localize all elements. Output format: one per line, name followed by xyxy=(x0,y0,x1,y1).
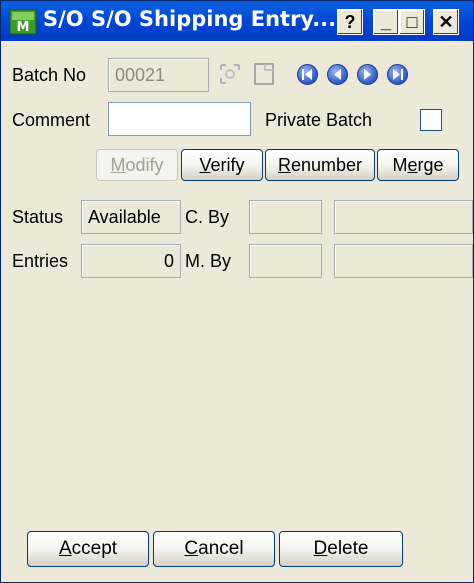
created-info-field xyxy=(334,200,473,234)
verify-button[interactable]: Verify xyxy=(181,149,263,181)
cancel-button[interactable]: Cancel xyxy=(153,531,275,567)
status-value: Available xyxy=(88,207,161,227)
modify-button[interactable]: Modify xyxy=(96,149,178,181)
batch-no-value: 00021 xyxy=(115,65,166,85)
modified-info-field xyxy=(334,244,473,278)
close-button[interactable]: ✕ xyxy=(433,9,459,35)
batch-no-field[interactable]: 00021 xyxy=(108,58,209,92)
entries-label: Entries xyxy=(12,251,69,271)
comment-input[interactable] xyxy=(108,102,251,136)
help-button[interactable]: ? xyxy=(337,9,363,35)
next-record-icon[interactable] xyxy=(357,64,378,85)
status-field: Available xyxy=(81,200,181,234)
maximize-button[interactable]: □ xyxy=(399,9,425,35)
renumber-button[interactable]: Renumber xyxy=(265,149,375,181)
private-batch-label: Private Batch xyxy=(265,110,373,130)
batch-no-label: Batch No xyxy=(12,65,87,85)
accept-button[interactable]: Accept xyxy=(27,531,149,567)
last-record-icon[interactable] xyxy=(387,64,408,85)
merge-button[interactable]: Merge xyxy=(377,149,459,181)
svg-text:M: M xyxy=(17,20,30,35)
entries-field: 0 xyxy=(81,244,181,278)
status-label: Status xyxy=(12,207,64,227)
minimize-button[interactable]: _ xyxy=(373,9,399,35)
entries-value: 0 xyxy=(163,251,174,271)
delete-button[interactable]: Delete xyxy=(279,531,403,567)
previous-record-icon[interactable] xyxy=(327,64,348,85)
lookup-icon[interactable] xyxy=(217,61,243,87)
title-bar[interactable]: M S/O S/O Shipping Entry... ? _ □ ✕ xyxy=(1,1,473,41)
comment-label: Comment xyxy=(12,110,91,130)
sage-mas-app-icon: M xyxy=(9,9,37,35)
shipping-entry-window: M S/O S/O Shipping Entry... ? _ □ ✕ Batc… xyxy=(0,0,474,583)
first-record-icon[interactable] xyxy=(297,64,318,85)
created-by-field xyxy=(249,200,322,234)
modified-by-label: M. By xyxy=(185,251,232,271)
new-batch-icon[interactable] xyxy=(251,61,277,87)
modified-by-field xyxy=(249,244,322,278)
created-by-label: C. By xyxy=(185,207,230,227)
private-batch-checkbox[interactable] xyxy=(420,109,442,131)
window-title: S/O S/O Shipping Entry... xyxy=(43,7,337,31)
